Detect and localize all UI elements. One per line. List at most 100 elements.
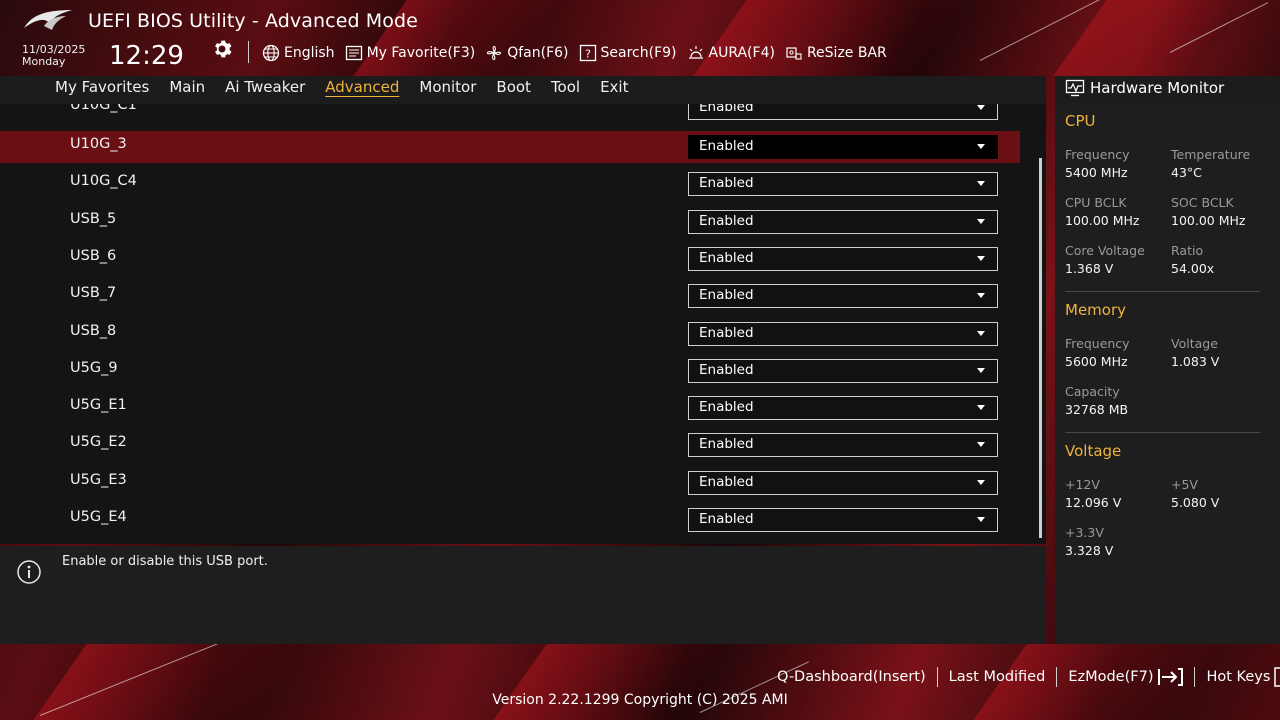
setting-dropdown[interactable]: Enabled	[688, 284, 998, 309]
exit-arrow-icon	[1158, 668, 1184, 686]
setting-row-partial[interactable]: U10G_C1 Enabled	[0, 104, 1020, 124]
dropdown-value: Enabled	[699, 175, 754, 192]
last-modified-button[interactable]: Last Modified	[949, 669, 1046, 685]
resize-bar-icon	[786, 47, 802, 60]
setting-row[interactable]: U10G_3 Enabled	[0, 131, 1020, 163]
setting-dropdown[interactable]: Enabled	[688, 246, 998, 271]
setting-row[interactable]: USB_8 Enabled	[0, 318, 1020, 350]
setting-dropdown[interactable]: Enabled	[688, 172, 998, 197]
page-title: UEFI BIOS Utility - Advanced Mode	[88, 10, 418, 32]
caret-down-icon	[977, 330, 985, 336]
q-dashboard-button[interactable]: Q-Dashboard(Insert)	[777, 669, 926, 685]
tab-my-favorites[interactable]: My Favorites	[55, 78, 149, 96]
footer-divider	[1056, 667, 1058, 687]
footer-divider	[1194, 667, 1196, 687]
version-text: Version 2.22.1299 Copyright (C) 2025 AMI	[492, 692, 788, 708]
qfan-button[interactable]: Qfan(F6)	[485, 44, 569, 62]
setting-row[interactable]: U5G_E1 Enabled	[0, 392, 1020, 424]
settings-panel: U10G_C1 Enabled U10G_3 Enabled U10G_C4 Enab…	[0, 104, 1046, 544]
setting-label: USB_6	[70, 247, 117, 264]
setting-dropdown[interactable]: Enabled	[688, 396, 998, 421]
dropdown-value: Enabled	[699, 511, 754, 527]
monitor-icon	[1065, 79, 1085, 97]
setting-label: U5G_9	[70, 359, 118, 376]
resize-bar-button[interactable]: ReSize BAR	[785, 44, 887, 62]
hardware-monitor-panel: CPU Frequency 5400 MHz Temperature 43°C …	[1055, 104, 1280, 644]
setting-dropdown[interactable]: Enabled	[688, 209, 998, 234]
aura-label: AURA(F4)	[708, 45, 775, 61]
dropdown-value: Enabled	[699, 212, 754, 229]
cpu-frequency-label: Frequency	[1065, 147, 1130, 162]
cpu-bclk-label: CPU BCLK	[1065, 195, 1127, 210]
ezmode-button[interactable]: EzMode(F7)	[1068, 667, 1184, 687]
caret-down-icon	[977, 479, 985, 485]
core-voltage-value: 1.368 V	[1065, 261, 1114, 276]
setting-label: U10G_3	[70, 136, 127, 152]
search-button[interactable]: ? Search(F9)	[579, 44, 677, 62]
setting-row[interactable]: USB_6 Enabled	[0, 243, 1020, 275]
memory-heading: Memory	[1065, 301, 1127, 319]
cpu-temperature-value: 43°C	[1171, 165, 1202, 180]
setting-row[interactable]: U5G_E3 Enabled	[0, 467, 1020, 499]
dropdown-value: Enabled	[699, 249, 754, 266]
ezmode-label: EzMode(F7)	[1068, 669, 1154, 685]
setting-row[interactable]: U5G_E2 Enabled	[0, 429, 1020, 461]
ratio-label: Ratio	[1171, 243, 1204, 258]
setting-row[interactable]: U5G_E4 Enabled	[0, 504, 1020, 536]
setting-dropdown[interactable]: Enabled	[688, 135, 998, 159]
setting-dropdown[interactable]: Enabled	[688, 104, 998, 120]
day-text: Monday	[22, 55, 66, 68]
setting-row[interactable]: USB_5 Enabled	[0, 206, 1020, 238]
tab-advanced[interactable]: Advanced	[325, 78, 399, 96]
scrollbar[interactable]	[1039, 158, 1042, 538]
setting-dropdown[interactable]: Enabled	[688, 358, 998, 383]
caret-down-icon	[977, 181, 985, 187]
main-nav: My Favorites Main Ai Tweaker Advanced Mo…	[0, 76, 1046, 104]
caret-down-icon	[977, 144, 985, 149]
footer-divider	[936, 667, 938, 687]
caret-down-icon	[977, 442, 985, 448]
tab-boot[interactable]: Boot	[496, 78, 531, 96]
setting-dropdown[interactable]: Enabled	[688, 470, 998, 495]
dropdown-value: Enabled	[699, 287, 754, 304]
setting-dropdown[interactable]: Enabled	[688, 508, 998, 532]
dropdown-value: Enabled	[699, 138, 754, 154]
memory-capacity-value: 32768 MB	[1065, 402, 1129, 417]
clock[interactable]: 12:29	[109, 41, 184, 71]
setting-dropdown[interactable]: Enabled	[688, 321, 998, 346]
v5-label: +5V	[1171, 477, 1198, 492]
setting-dropdown[interactable]: Enabled	[688, 433, 998, 458]
cpu-temperature-label: Temperature	[1171, 147, 1251, 162]
dropdown-value: Enabled	[699, 473, 754, 490]
help-panel: Enable or disable this USB port.	[0, 546, 1046, 644]
setting-label: USB_5	[70, 210, 117, 227]
setting-row[interactable]: USB_7 Enabled	[0, 280, 1020, 312]
gear-icon[interactable]	[212, 39, 232, 59]
setting-row[interactable]: U5G_9 Enabled	[0, 355, 1020, 387]
hot-keys-label: Hot Keys	[1206, 669, 1271, 685]
aura-button[interactable]: AURA(F4)	[687, 44, 775, 62]
resize-bar-label: ReSize BAR	[806, 45, 887, 61]
ratio-value: 54.00x	[1171, 261, 1215, 276]
date-display: 11/03/2025 Monday	[22, 44, 85, 68]
fan-icon	[487, 45, 502, 61]
setting-label: USB_8	[70, 322, 117, 339]
setting-label: USB_7	[70, 285, 117, 302]
tab-exit[interactable]: Exit	[600, 78, 628, 96]
language-label: English	[284, 45, 335, 61]
hot-keys-button[interactable]: Hot Keys ?	[1206, 667, 1280, 687]
tab-main[interactable]: Main	[169, 78, 205, 96]
setting-row[interactable]: U10G_C4 Enabled	[0, 168, 1020, 200]
rog-logo-icon	[24, 10, 72, 30]
aura-icon	[688, 46, 703, 59]
tab-monitor[interactable]: Monitor	[419, 78, 476, 96]
voltage-heading: Voltage	[1065, 442, 1122, 460]
core-voltage-label: Core Voltage	[1065, 243, 1145, 258]
caret-down-icon	[977, 405, 985, 411]
my-favorite-button[interactable]: My Favorite(F3)	[345, 44, 475, 62]
cpu-heading: CPU	[1065, 112, 1096, 130]
language-button[interactable]: English	[262, 44, 335, 62]
tab-ai-tweaker[interactable]: Ai Tweaker	[225, 78, 305, 96]
setting-label: U5G_E2	[70, 434, 127, 451]
tab-tool[interactable]: Tool	[551, 78, 580, 96]
